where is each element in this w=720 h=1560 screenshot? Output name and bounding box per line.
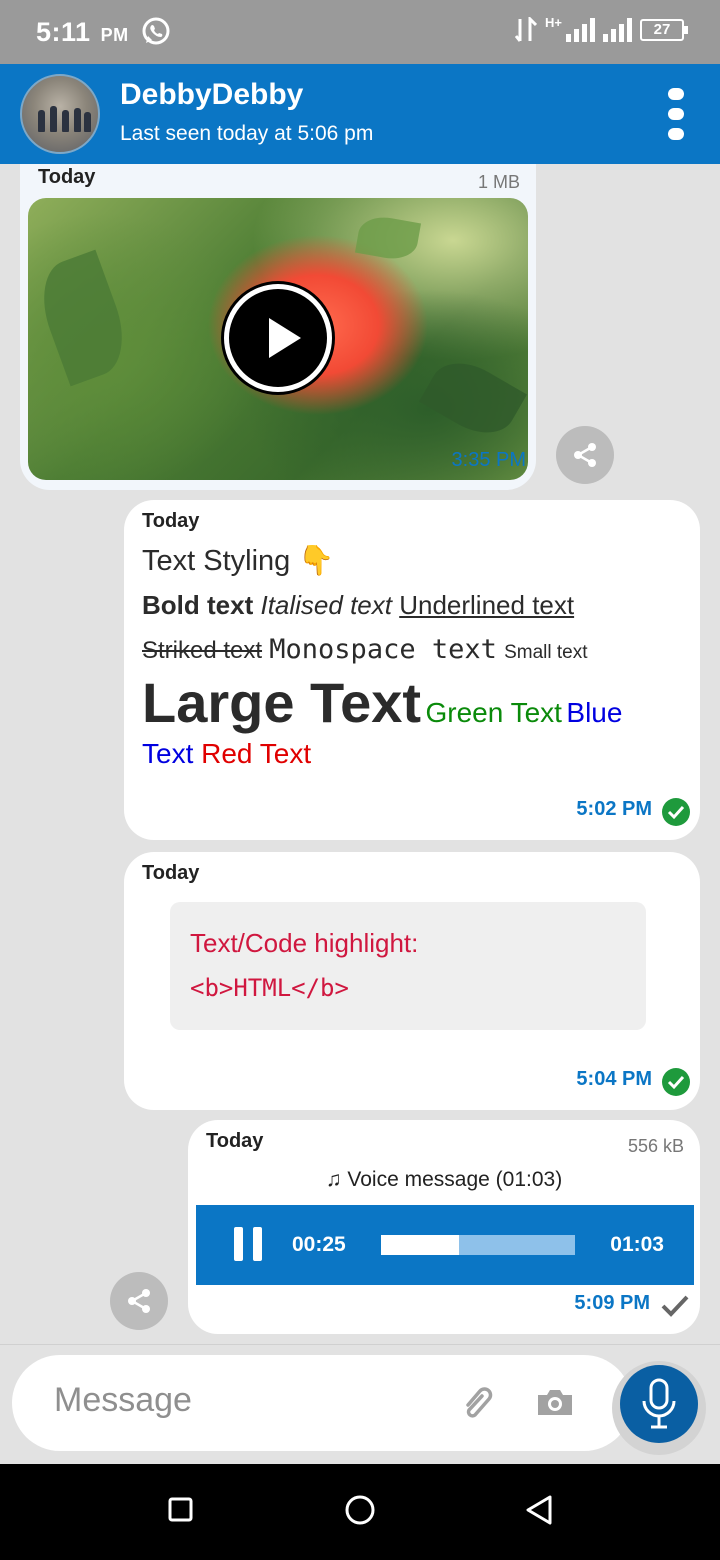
share-icon[interactable] [110,1272,168,1330]
message-time: 5:09 PM [574,1292,650,1314]
text-line-2: Bold text Italised text Underlined text [142,590,574,621]
play-icon[interactable] [224,284,332,392]
underlined-text: Underlined text [399,590,575,620]
delivered-check-icon [662,798,690,826]
audio-player: 00:25 01:03 [196,1205,694,1285]
system-navigation-bar [0,1464,720,1560]
code-title: Text/Code highlight: [190,928,419,958]
last-seen-status: Last seen today at 5:06 pm [120,122,374,145]
status-bar: 5:11 PM H+ 27 [0,0,720,64]
text-line-5: Text Red Text [142,738,311,770]
large-text: Large Text [142,671,422,734]
pause-icon[interactable] [234,1227,264,1261]
more-options-icon[interactable] [662,88,690,140]
message-time: 5:02 PM [576,798,652,820]
microphone-icon[interactable] [620,1365,698,1443]
audio-seek-bar[interactable] [381,1235,575,1255]
code-message[interactable]: Today Text/Code highlight: <b>HTML</b> 5… [124,852,700,1110]
video-thumbnail[interactable]: 3:35 PM [28,198,528,480]
message-list[interactable]: Today 1 MB 3:35 PM Today Text Styling 👇 … [0,164,720,1344]
recent-apps-icon[interactable] [168,1496,194,1529]
text-line-4: Large Text Green Text Blue [142,670,622,735]
green-text: Green Text [425,697,562,728]
blue-text-cont: Text [142,738,194,769]
sent-check-icon [660,1294,690,1323]
small-text: Small text [504,642,588,663]
voice-message-title: ♫ Voice message (01:03) [325,1168,563,1191]
voice-message[interactable]: Today 556 kB ♫ Voice message (01:03) 00:… [188,1120,700,1334]
message-placeholder: Message [54,1381,192,1419]
message-date: Today [38,166,96,188]
message-time: 5:04 PM [576,1068,652,1090]
contact-name[interactable]: DebbyDebby [120,78,303,112]
status-indicators: H+ 27 [515,14,688,43]
video-message[interactable]: Today 1 MB 3:35 PM [20,164,536,490]
code-snippet: <b>HTML</b> [190,974,349,1002]
home-icon[interactable] [344,1494,376,1531]
delivered-check-icon [662,1068,690,1096]
message-time: 3:35 PM [451,449,526,471]
chat-header: DebbyDebby Last seen today at 5:06 pm [0,64,720,164]
message-date: Today [206,1130,264,1152]
attachment-icon[interactable] [458,1383,498,1428]
message-input[interactable]: Message [12,1355,632,1451]
code-highlight-box: Text/Code highlight: <b>HTML</b> [170,902,646,1030]
network-type: H+ [545,14,562,30]
compose-bar: Message [0,1344,720,1464]
total-duration: 01:03 [610,1233,664,1256]
battery-icon: 27 [640,19,688,41]
status-time: 5:11 PM [36,17,129,47]
text-line-3: Striked text Monospace text Small text [142,634,588,665]
message-date: Today [142,862,200,884]
message-date: Today [142,510,200,532]
styling-title: Text Styling 👇 [142,545,335,577]
data-transfer-icon [515,17,538,42]
monospace-text: Monospace text [269,634,497,665]
red-text: Red Text [201,738,312,769]
signal-strength-icon [566,18,595,42]
whatsapp-icon [140,16,172,53]
styled-text-message[interactable]: Today Text Styling 👇 Bold text Italised … [124,500,700,840]
blue-text: Blue [566,697,623,728]
file-size: 556 kB [627,1136,684,1156]
camera-icon[interactable] [534,1385,576,1424]
bold-text: Bold text [142,590,254,620]
share-icon[interactable] [556,426,614,484]
current-time: 00:25 [292,1233,346,1256]
italic-text: Italised text [260,590,392,620]
striked-text: Striked text [142,637,263,664]
file-size: 1 MB [477,172,520,192]
avatar[interactable] [20,74,100,154]
back-icon[interactable] [524,1494,554,1531]
battery-level: 27 [653,21,671,38]
signal-strength-2-icon [603,18,632,42]
audio-progress [381,1235,459,1255]
